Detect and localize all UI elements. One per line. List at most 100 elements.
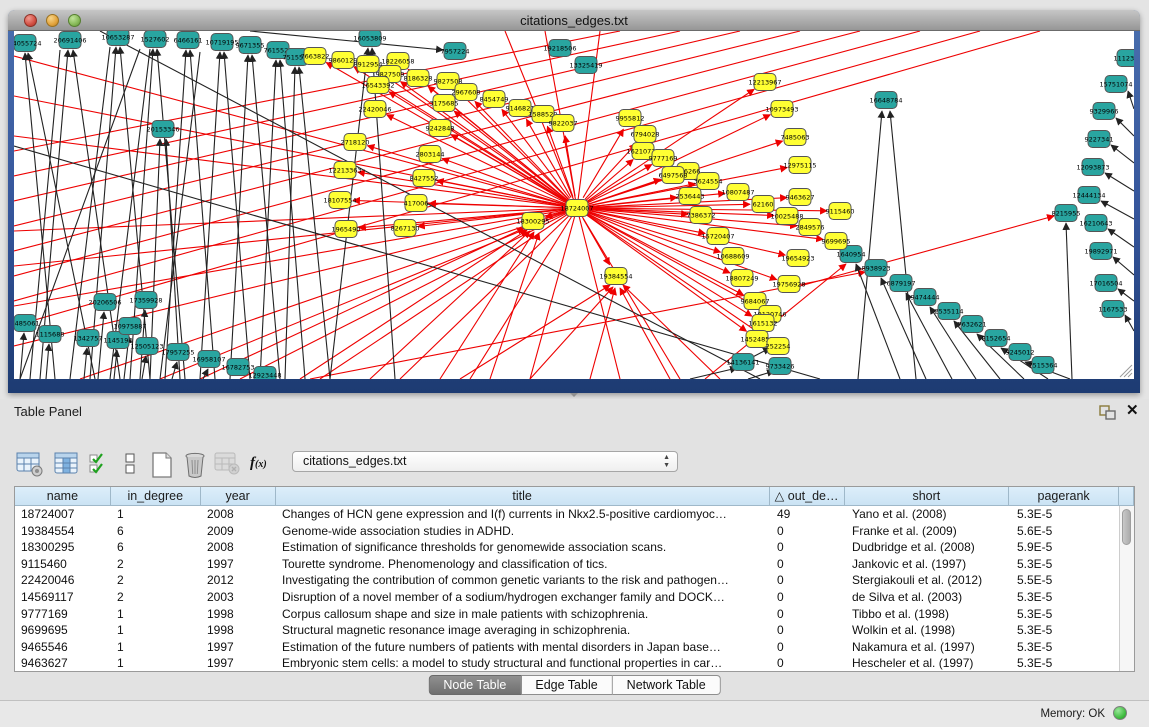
tab-network-table[interactable]: Network Table (613, 675, 721, 695)
table-cell[interactable]: Changes of HCN gene expression and I(f) … (276, 506, 771, 523)
table-cell[interactable]: 0 (771, 655, 846, 672)
table-cell[interactable]: 6 (111, 523, 201, 540)
table-cell[interactable]: Tibbo et al. (1998) (846, 606, 1011, 623)
table-row[interactable]: 911546021997Tourette syndrome. Phenomeno… (15, 556, 1134, 573)
table-cell[interactable]: 9699695 (15, 622, 111, 639)
delete-table-icon[interactable] (214, 451, 240, 475)
table-row[interactable]: 946362711997Embryonic stem cells: a mode… (15, 655, 1134, 672)
table-cell[interactable]: 9463627 (15, 655, 111, 672)
table-cell[interactable]: 1998 (201, 622, 276, 639)
table-cell[interactable]: Jankovic et al. (1997) (846, 556, 1011, 573)
network-view[interactable]: 1405572420691406106532871527602646616110… (14, 31, 1134, 379)
table-cell[interactable]: Tourette syndrome. Phenomenology and cla… (276, 556, 771, 573)
resize-grip-icon[interactable] (1124, 369, 1132, 377)
table-cell[interactable]: Embryonic stem cells: a model to study s… (276, 655, 771, 672)
table-cell[interactable]: 9115460 (15, 556, 111, 573)
table-cell[interactable]: 5.5E-5 (1011, 572, 1121, 589)
table-cell[interactable]: 19384554 (15, 523, 111, 540)
citation-network-canvas[interactable]: 1405572420691406106532871527602646616110… (14, 31, 1134, 379)
table-cell[interactable]: 0 (771, 622, 846, 639)
table-row[interactable]: 1456911722003Disruption of a novel membe… (15, 589, 1134, 606)
table-cell[interactable]: 9777169 (15, 606, 111, 623)
column-header-year[interactable]: year (201, 487, 276, 506)
table-cell[interactable]: 5.3E-5 (1011, 655, 1121, 672)
rows-icon[interactable] (124, 451, 136, 477)
table-cell[interactable]: 22420046 (15, 572, 111, 589)
table-cell[interactable]: 5.3E-5 (1011, 606, 1121, 623)
table-cell[interactable]: 14569117 (15, 589, 111, 606)
table-select-dropdown[interactable]: citations_edges.txt ▲▼ (292, 451, 678, 472)
table-cell[interactable]: 2008 (201, 506, 276, 523)
select-columns-icon[interactable] (54, 451, 80, 477)
column-header-pagerank[interactable]: pagerank (1009, 487, 1119, 506)
column-header-in_degree[interactable]: in_degree (111, 487, 201, 506)
table-cell[interactable]: 1997 (201, 556, 276, 573)
table-cell[interactable]: Corpus callosum shape and size in male p… (276, 606, 771, 623)
resize-grip-icon[interactable] (1128, 373, 1132, 377)
table-settings-icon[interactable] (16, 451, 44, 477)
delete-attribute-icon[interactable] (182, 451, 208, 479)
new-table-icon[interactable] (150, 451, 174, 479)
table-cell[interactable]: 5.3E-5 (1011, 589, 1121, 606)
table-cell[interactable]: 0 (771, 606, 846, 623)
table-row[interactable]: 977716911998Corpus callosum shape and si… (15, 606, 1134, 623)
table-cell[interactable]: 5.3E-5 (1011, 639, 1121, 656)
table-cell[interactable]: 9465546 (15, 639, 111, 656)
table-cell[interactable]: 2 (111, 589, 201, 606)
window-titlebar[interactable]: citations_edges.txt (8, 10, 1140, 31)
table-cell[interactable]: de Silva et al. (2003) (846, 589, 1011, 606)
table-cell[interactable]: 1 (111, 622, 201, 639)
table-cell[interactable]: 5.6E-5 (1011, 523, 1121, 540)
table-cell[interactable]: 1 (111, 506, 201, 523)
table-cell[interactable]: 0 (771, 556, 846, 573)
tab-node-table[interactable]: Node Table (428, 675, 521, 695)
column-header-title[interactable]: title (276, 487, 770, 506)
table-cell[interactable]: Yano et al. (2008) (846, 506, 1011, 523)
table-cell[interactable]: 0 (771, 539, 846, 556)
table-cell[interactable]: Dudbridge et al. (2008) (846, 539, 1011, 556)
table-cell[interactable]: 49 (771, 506, 846, 523)
table-cell[interactable]: 18300295 (15, 539, 111, 556)
table-cell[interactable]: 0 (771, 589, 846, 606)
table-cell[interactable]: Investigating the contribution of common… (276, 572, 771, 589)
tab-edge-table[interactable]: Edge Table (521, 675, 612, 695)
table-cell[interactable]: Estimation of the future numbers of pati… (276, 639, 771, 656)
table-cell[interactable]: Wolkin et al. (1998) (846, 622, 1011, 639)
table-cell[interactable]: Disruption of a novel member of a sodium… (276, 589, 771, 606)
table-cell[interactable]: 5.3E-5 (1011, 622, 1121, 639)
column-header-name[interactable]: name (15, 487, 111, 506)
table-row[interactable]: 2242004622012Investigating the contribut… (15, 572, 1134, 589)
table-cell[interactable]: 2008 (201, 539, 276, 556)
table-cell[interactable]: Stergiakouli et al. (2012) (846, 572, 1011, 589)
table-cell[interactable]: 0 (771, 639, 846, 656)
select-all-icon[interactable] (88, 451, 112, 477)
table-cell[interactable]: 0 (771, 572, 846, 589)
column-header-out_de[interactable]: △ out_de… (770, 487, 845, 506)
table-cell[interactable]: Nakamura et al. (1997) (846, 639, 1011, 656)
table-cell[interactable]: 1 (111, 606, 201, 623)
table-cell[interactable]: Structural magnetic resonance image aver… (276, 622, 771, 639)
function-builder-icon[interactable]: f(x) (250, 455, 267, 472)
table-cell[interactable]: 1998 (201, 606, 276, 623)
table-cell[interactable]: 1997 (201, 639, 276, 656)
table-cell[interactable]: 18724007 (15, 506, 111, 523)
table-cell[interactable]: 0 (771, 523, 846, 540)
column-header-short[interactable]: short (845, 487, 1010, 506)
table-cell[interactable]: Estimation of significance thresholds fo… (276, 539, 771, 556)
table-row[interactable]: 1872400712008Changes of HCN gene express… (15, 506, 1134, 523)
table-cell[interactable]: 2003 (201, 589, 276, 606)
table-cell[interactable]: 5.3E-5 (1011, 506, 1121, 523)
table-cell[interactable]: Hescheler et al. (1997) (846, 655, 1011, 672)
table-cell[interactable]: 1 (111, 655, 201, 672)
table-cell[interactable]: 1 (111, 639, 201, 656)
table-row[interactable]: 1830029562008Estimation of significance … (15, 539, 1134, 556)
table-cell[interactable]: 2 (111, 572, 201, 589)
table-cell[interactable]: Franke et al. (2009) (846, 523, 1011, 540)
table-row[interactable]: 969969511998Structural magnetic resonanc… (15, 622, 1134, 639)
close-panel-icon[interactable]: ✕ (1126, 401, 1139, 419)
float-panel-icon[interactable] (1099, 405, 1116, 420)
table-cell[interactable]: 5.9E-5 (1011, 539, 1121, 556)
table-cell[interactable]: 2 (111, 556, 201, 573)
table-cell[interactable]: 1997 (201, 655, 276, 672)
table-cell[interactable]: 2009 (201, 523, 276, 540)
